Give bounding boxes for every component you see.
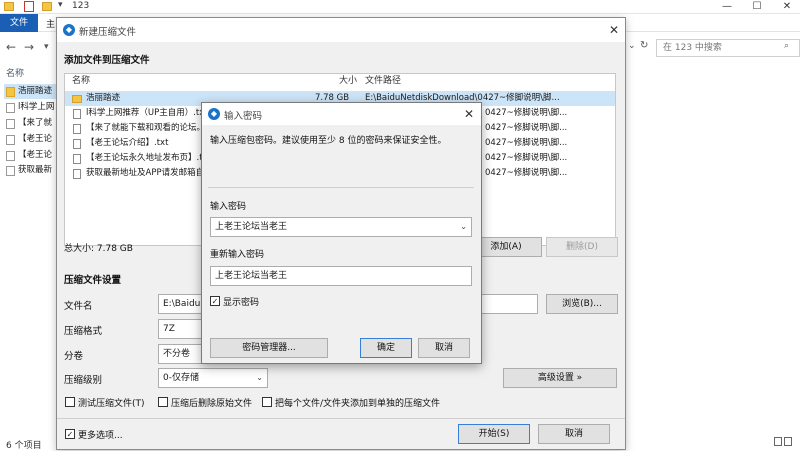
ribbon-file-tab[interactable]: 文件 xyxy=(0,14,38,32)
password-dialog: ◆ 输入密码 ✕ 输入压缩包密码。建议使用至少 8 位的密码来保证安全性。 输入… xyxy=(201,102,482,364)
list-item[interactable]: 【老王论 xyxy=(4,148,60,163)
test-archive-checkbox[interactable] xyxy=(65,397,75,407)
list-item[interactable]: 浩丽踏迹 xyxy=(4,84,60,99)
level-label: 压缩级别 xyxy=(64,375,103,386)
divider xyxy=(57,418,625,419)
status-item-count: 6 个项目 xyxy=(6,441,42,451)
browse-button[interactable]: 浏览(B)... xyxy=(546,294,618,314)
format-label: 压缩格式 xyxy=(64,326,103,337)
file-icon xyxy=(73,124,81,134)
recent-chevron-icon[interactable]: ▾ xyxy=(44,42,49,52)
text-file-icon xyxy=(73,154,81,164)
back-arrow-icon[interactable]: ← xyxy=(6,40,16,54)
delete-button[interactable]: 删除(D) xyxy=(546,237,618,257)
history-chevron-icon[interactable]: ⌄ xyxy=(628,41,636,51)
forward-arrow-icon[interactable]: → xyxy=(24,40,34,54)
list-item[interactable]: 获取最新 xyxy=(4,163,60,178)
show-password-label: 显示密码 xyxy=(223,298,260,308)
ribbon-home-tab[interactable]: 主 xyxy=(46,17,55,30)
cancel-button[interactable]: 取消 xyxy=(538,424,610,444)
app-logo-icon: ◆ xyxy=(63,24,75,36)
minimize-icon[interactable]: — xyxy=(716,0,738,14)
close-icon[interactable]: ✕ xyxy=(776,0,798,14)
search-icon: ⌕ xyxy=(784,41,790,51)
explorer-titlebar xyxy=(0,0,800,14)
list-item[interactable]: l科学上网 xyxy=(4,100,60,115)
text-file-icon xyxy=(73,109,81,119)
close-icon[interactable]: ✕ xyxy=(609,23,619,37)
dialog-title: 输入密码 xyxy=(224,111,263,122)
text-file-icon xyxy=(73,139,81,149)
more-options-checkbox[interactable]: ✓ xyxy=(65,429,75,439)
section-title-settings: 压缩文件设置 xyxy=(64,275,122,286)
folder-icon xyxy=(6,87,15,97)
enter-password-label: 输入密码 xyxy=(210,202,247,212)
cancel-button[interactable]: 取消 xyxy=(418,338,470,358)
details-view-icon[interactable] xyxy=(774,437,782,446)
password-manager-button[interactable]: 密码管理器... xyxy=(210,338,328,358)
test-archive-label: 测试压缩文件(T) xyxy=(78,399,145,409)
column-header-name[interactable]: 名称 xyxy=(72,74,90,89)
refresh-icon[interactable]: ↻ xyxy=(640,40,648,51)
file-icon xyxy=(6,151,15,161)
password-hint: 输入压缩包密码。建议使用至少 8 位的密码来保证安全性。 xyxy=(210,136,447,146)
file-icon xyxy=(6,103,15,113)
reenter-password-label: 重新输入密码 xyxy=(210,250,265,260)
search-input[interactable]: 在 123 中搜索 xyxy=(656,39,800,57)
volume-label: 分卷 xyxy=(64,351,84,362)
total-size: 总大小: 7.78 GB xyxy=(64,244,133,254)
password-input[interactable]: 上老王论坛当老王 ⌄ xyxy=(210,217,472,237)
explorer-title: 123 xyxy=(72,1,90,11)
level-select[interactable]: 0-仅存储 ⌄ xyxy=(158,368,268,388)
maximize-icon[interactable]: ☐ xyxy=(746,0,768,14)
new-folder-icon[interactable] xyxy=(42,2,52,11)
app-logo-icon: ◆ xyxy=(208,108,220,120)
more-options-label: 更多选项... xyxy=(78,431,123,441)
file-icon xyxy=(6,119,15,129)
delete-after-label: 压缩后删除原始文件 xyxy=(171,399,253,409)
show-password-checkbox[interactable]: ✓ xyxy=(210,296,220,306)
ok-button[interactable]: 确定 xyxy=(360,338,412,358)
column-header-name[interactable]: 名称 xyxy=(6,66,24,79)
folder-icon xyxy=(72,95,82,103)
column-header-size[interactable]: 大小 xyxy=(339,74,357,89)
view-toggle[interactable] xyxy=(774,437,796,448)
divider xyxy=(208,187,474,188)
section-title-files: 添加文件到压缩文件 xyxy=(64,55,150,66)
column-header-path[interactable]: 文件路径 xyxy=(365,74,401,89)
reenter-password-input[interactable]: 上老王论坛当老王 xyxy=(210,266,472,286)
close-icon[interactable]: ✕ xyxy=(464,107,474,121)
separate-archives-checkbox[interactable] xyxy=(262,397,272,407)
filename-label: 文件名 xyxy=(64,301,93,312)
large-icons-view-icon[interactable] xyxy=(784,437,792,446)
properties-icon[interactable] xyxy=(24,1,34,12)
list-item[interactable]: 【来了就 xyxy=(4,116,60,131)
file-icon xyxy=(6,135,15,145)
file-icon xyxy=(6,166,15,176)
chevron-down-icon: ⌄ xyxy=(256,373,263,382)
list-item[interactable]: 【老王论 xyxy=(4,132,60,147)
advanced-settings-button[interactable]: 高级设置 » xyxy=(503,368,617,388)
chevron-down-icon[interactable]: ⌄ xyxy=(460,218,467,236)
quick-access-chevron-icon[interactable]: ▾ xyxy=(58,0,63,10)
dialog-titlebar xyxy=(57,18,625,42)
separate-archives-label: 把每个文件/文件夹添加到单独的压缩文件 xyxy=(275,399,441,409)
file-icon xyxy=(73,169,81,179)
delete-after-checkbox[interactable] xyxy=(158,397,168,407)
folder-icon xyxy=(4,2,14,11)
start-button[interactable]: 开始(S) xyxy=(458,424,530,444)
dialog-title: 新建压缩文件 xyxy=(79,27,137,38)
